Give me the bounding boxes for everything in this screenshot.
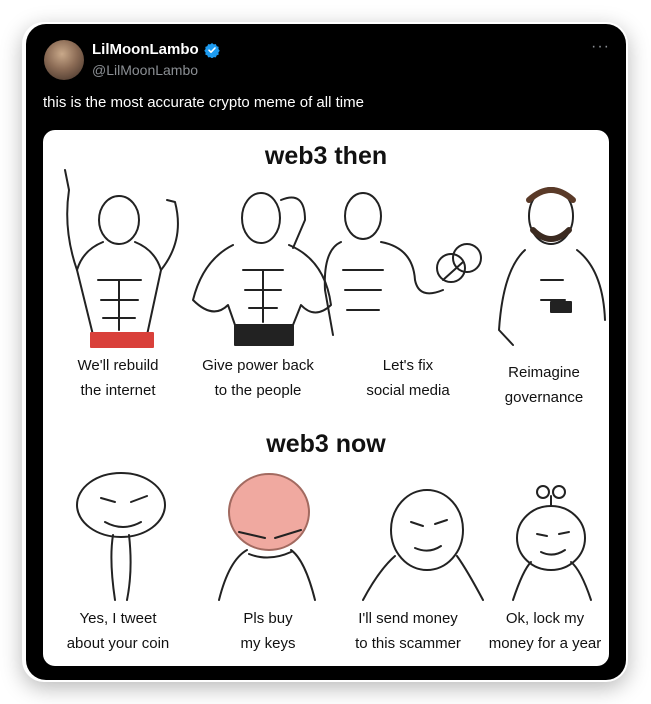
now-caption-2-line1: Pls buy bbox=[243, 610, 293, 627]
now-caption-4-line2: money for a year bbox=[488, 635, 602, 652]
author-handle[interactable]: @LilMoonLambo bbox=[92, 62, 198, 78]
chad-figure-1 bbox=[64, 169, 179, 340]
display-name[interactable]: LilMoonLambo bbox=[92, 41, 199, 58]
then-caption-2-line2: to the people bbox=[214, 382, 302, 399]
now-caption-2: Pls buy my keys bbox=[203, 606, 333, 656]
then-caption-4: Reimagine governance bbox=[479, 360, 609, 410]
tweet-card: LilMoonLambo @LilMoonLambo ··· this is t… bbox=[26, 24, 626, 680]
then-caption-3: Let's fix social media bbox=[343, 353, 473, 403]
more-options-icon[interactable]: ··· bbox=[591, 38, 610, 56]
then-caption-2-line1: Give power back bbox=[202, 357, 314, 374]
now-caption-4-line1: Ok, lock my bbox=[505, 610, 585, 627]
wojak-figure-2 bbox=[218, 473, 316, 601]
wojak-figure-4 bbox=[512, 485, 592, 601]
chad-figure-2 bbox=[192, 192, 332, 346]
now-caption-1: Yes, I tweet about your coin bbox=[53, 606, 183, 656]
wojak-figure-3 bbox=[362, 489, 484, 601]
now-caption-3-line1: I'll send money bbox=[358, 610, 458, 627]
now-caption-1-line1: Yes, I tweet bbox=[79, 610, 157, 627]
then-caption-1-line1: We'll rebuild bbox=[77, 357, 159, 374]
now-caption-2-line2: my keys bbox=[240, 635, 296, 652]
author-row: LilMoonLambo bbox=[92, 41, 220, 58]
now-caption-4: Ok, lock my money for a year bbox=[475, 606, 609, 656]
then-title: web3 then bbox=[264, 142, 388, 170]
now-caption-1-line2: about your coin bbox=[66, 635, 170, 652]
wojak-figure-1 bbox=[76, 472, 166, 601]
avatar[interactable] bbox=[44, 40, 84, 80]
tweet-text: this is the most accurate crypto meme of… bbox=[43, 94, 364, 111]
then-caption-4-line2: governance bbox=[504, 389, 584, 406]
chad-figure-3 bbox=[323, 192, 482, 336]
then-caption-1-line2: the internet bbox=[80, 382, 156, 399]
now-title: web3 now bbox=[266, 430, 386, 458]
chad-figure-4 bbox=[498, 187, 606, 346]
now-caption-3: I'll send money to this scammer bbox=[343, 606, 473, 656]
then-caption-4-line1: Reimagine bbox=[508, 364, 580, 381]
then-caption-3-line2: social media bbox=[366, 382, 450, 399]
verified-badge-icon bbox=[203, 42, 220, 58]
then-caption-2: Give power back to the people bbox=[193, 353, 323, 403]
now-caption-3-line2: to this scammer bbox=[355, 635, 461, 652]
meme-image[interactable]: web3 then web3 now We'll rebuild the int… bbox=[43, 130, 609, 666]
then-caption-3-line1: Let's fix bbox=[382, 357, 434, 374]
then-caption-1: We'll rebuild the internet bbox=[53, 353, 183, 403]
